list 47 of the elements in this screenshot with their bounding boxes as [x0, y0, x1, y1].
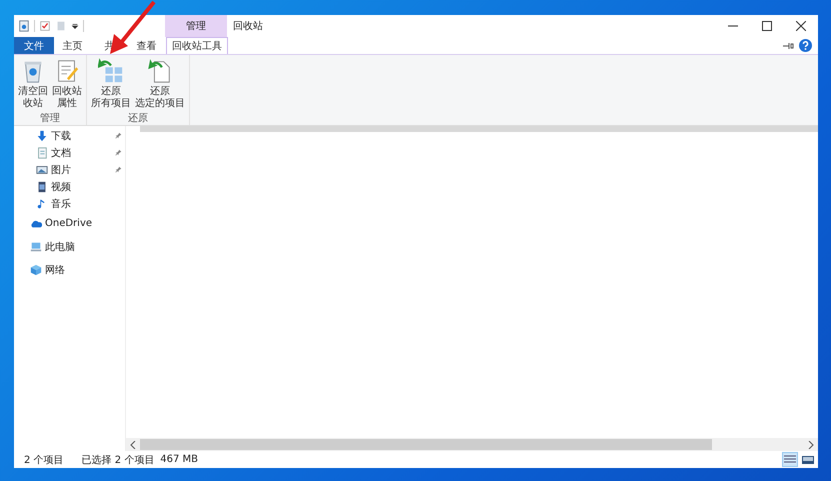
restore-all-icon	[98, 58, 124, 84]
nav-item[interactable]: 文档	[14, 144, 125, 161]
details-view-button[interactable]	[782, 452, 798, 467]
selection-info: 已选择 2 个项目	[82, 454, 154, 466]
restore-file-icon	[147, 58, 173, 84]
recycle-bin-icon[interactable]	[18, 20, 30, 32]
window-title: 回收站	[232, 20, 263, 33]
maximize-icon	[762, 21, 772, 31]
nav-item[interactable]: 下载	[14, 127, 125, 144]
nav-item[interactable]: 网络	[14, 258, 125, 281]
selection-size: 467 MB	[160, 454, 198, 465]
video-icon	[36, 180, 48, 192]
context-tab-header: 管理	[165, 15, 227, 37]
ribbon-button[interactable]: 还原 选定的项目	[133, 55, 187, 111]
computer-icon	[30, 240, 42, 252]
pin-icon[interactable]	[115, 166, 122, 173]
picture-icon	[36, 164, 48, 176]
horizontal-scrollbar[interactable]	[126, 438, 818, 451]
checkmark-icon[interactable]	[39, 20, 51, 32]
nav-item[interactable]: 音乐	[14, 195, 125, 212]
group-label: 管理	[40, 112, 60, 125]
ribbon-tab[interactable]: 文件	[14, 37, 54, 54]
nav-item[interactable]: 此电脑	[14, 235, 125, 258]
ribbon-button[interactable]: 还原 所有项目	[89, 55, 133, 111]
download-arrow-icon	[36, 130, 48, 142]
scroll-left-icon[interactable]	[130, 440, 136, 448]
ribbon-button[interactable]: 回收站 属性	[50, 55, 84, 111]
pin-ribbon-icon[interactable]	[783, 42, 795, 50]
ribbon-button[interactable]: 清空回 收站	[16, 55, 50, 111]
pin-icon[interactable]	[115, 132, 122, 139]
close-icon	[796, 21, 806, 31]
nav-item[interactable]: 图片	[14, 161, 125, 178]
details-view-icon	[784, 454, 796, 464]
help-icon[interactable]	[799, 39, 812, 52]
dropdown-icon[interactable]	[71, 22, 79, 30]
ribbon-tab[interactable]: 查看	[128, 37, 165, 54]
nav-item[interactable]: OneDrive	[14, 212, 125, 235]
scroll-right-icon[interactable]	[808, 440, 814, 448]
ribbon-tab[interactable]: 主页	[54, 37, 91, 54]
nav-item[interactable]: 视频	[14, 178, 125, 195]
group-label: 还原	[128, 112, 148, 125]
pin-icon[interactable]	[115, 149, 122, 156]
item-count: 2 个项目	[24, 454, 64, 466]
large-icons-view-icon	[802, 454, 814, 464]
ribbon-tab[interactable]: 回收站工具	[166, 37, 228, 54]
network-icon	[30, 264, 42, 276]
document-icon	[36, 146, 48, 158]
